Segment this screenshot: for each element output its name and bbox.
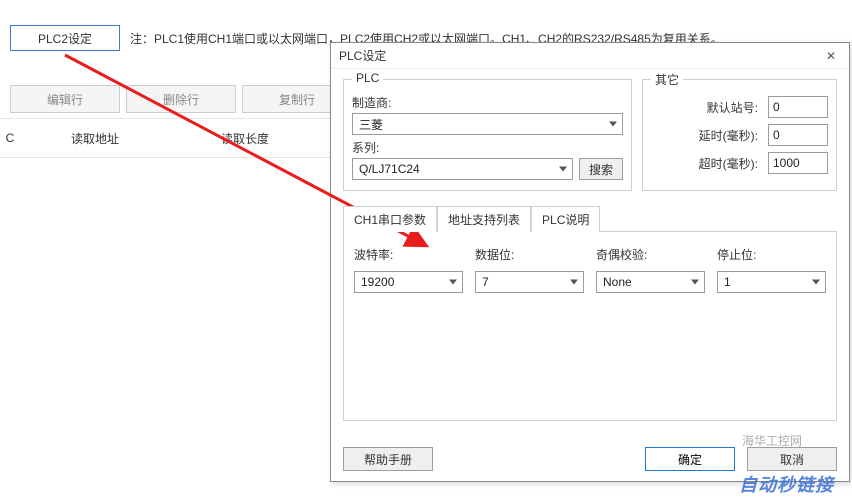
stop-bits-combo[interactable]: 1: [717, 271, 826, 293]
plc-settings-dialog: PLC设定 ✕ PLC 制造商: 三菱 系列: Q/LJ71C24 搜索: [330, 42, 850, 482]
delay-label: 延时(毫秒):: [688, 127, 758, 144]
tab-body: 波特率: 19200 数据位: 7 奇偶校验: None 停止位: 1: [343, 231, 837, 421]
help-button[interactable]: 帮助手册: [343, 447, 433, 471]
plc2-settings-button[interactable]: PLC2设定: [10, 25, 120, 51]
col-read-len: 读取长度: [170, 130, 320, 147]
baud-label: 波特率:: [354, 246, 463, 263]
parity-combo[interactable]: None: [596, 271, 705, 293]
delete-row-button[interactable]: 删除行: [126, 85, 236, 113]
search-button[interactable]: 搜索: [579, 158, 623, 180]
watermark-text-2: 自动秒链接: [739, 471, 834, 497]
maker-combo[interactable]: 三菱: [352, 113, 623, 135]
plc-group: PLC 制造商: 三菱 系列: Q/LJ71C24 搜索: [343, 79, 632, 191]
default-station-label: 默认站号:: [688, 99, 758, 116]
plc-group-title: PLC: [352, 71, 383, 85]
parity-label: 奇偶校验:: [596, 246, 705, 263]
cancel-button[interactable]: 取消: [747, 447, 837, 471]
col-read-addr: 读取地址: [20, 130, 170, 147]
tab-strip: CH1串口参数 地址支持列表 PLC说明: [343, 205, 837, 231]
delay-input[interactable]: 0: [768, 124, 828, 146]
series-combo[interactable]: Q/LJ71C24: [352, 158, 573, 180]
other-group: 其它 默认站号: 0 延时(毫秒): 0 超时(毫秒): 1000: [642, 79, 837, 191]
close-icon[interactable]: ✕: [821, 46, 841, 66]
dialog-title: PLC设定: [339, 47, 386, 64]
tab-addr-list[interactable]: 地址支持列表: [437, 206, 531, 232]
data-bits-combo[interactable]: 7: [475, 271, 584, 293]
baud-combo[interactable]: 19200: [354, 271, 463, 293]
timeout-label: 超时(毫秒):: [688, 155, 758, 172]
col-c: C: [0, 131, 20, 145]
ok-button[interactable]: 确定: [645, 447, 735, 471]
edit-row-button[interactable]: 编辑行: [10, 85, 120, 113]
other-group-title: 其它: [651, 71, 683, 88]
series-label: 系列:: [352, 139, 623, 156]
dialog-titlebar: PLC设定 ✕: [331, 43, 849, 69]
tab-plc-desc[interactable]: PLC说明: [531, 206, 600, 232]
stop-bits-label: 停止位:: [717, 246, 826, 263]
data-bits-label: 数据位:: [475, 246, 584, 263]
tab-serial-params[interactable]: CH1串口参数: [343, 206, 437, 232]
timeout-input[interactable]: 1000: [768, 152, 828, 174]
maker-label: 制造商:: [352, 94, 623, 111]
watermark-text-1: 海华工控网: [742, 432, 802, 449]
default-station-input[interactable]: 0: [768, 96, 828, 118]
